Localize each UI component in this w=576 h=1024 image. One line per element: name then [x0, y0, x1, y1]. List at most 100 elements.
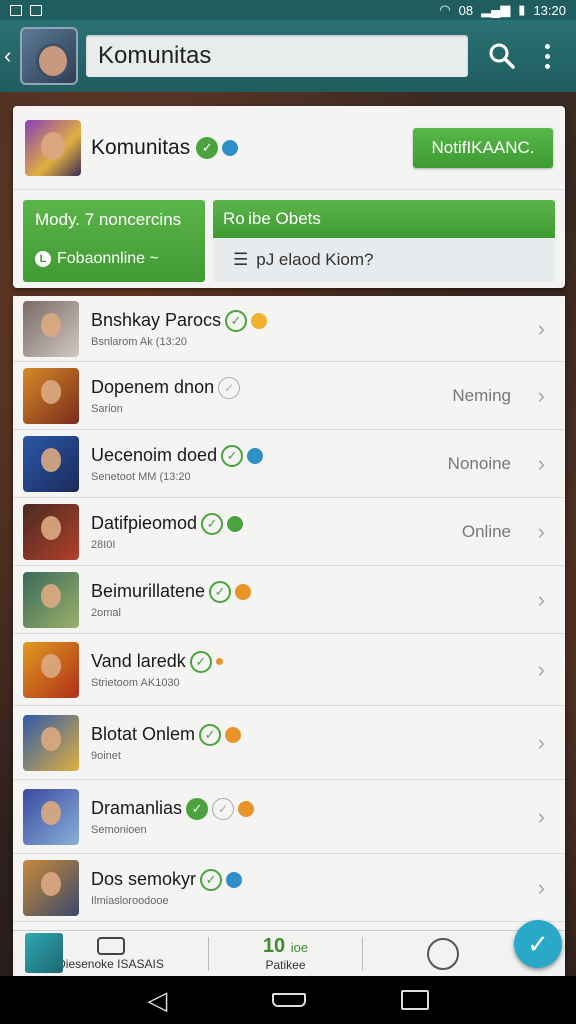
status-dot-icon	[251, 312, 268, 329]
member-name: Beimurillatene	[91, 581, 206, 601]
member-avatar	[23, 714, 79, 771]
member-subtitle: 28I0I	[91, 538, 116, 551]
community-header-card: Komunitas ✓ NotifIKAANC. Mody. 7 noncerc…	[13, 106, 565, 288]
info-dot-icon	[222, 139, 239, 156]
member-name: Uecenoim doed	[91, 445, 218, 465]
member-subtitle: Ilmiasloroodooe	[91, 894, 169, 907]
verified-check-icon: ✓	[200, 868, 223, 891]
check-outline-icon: ✓	[212, 797, 235, 820]
flower-icon	[427, 937, 459, 970]
verified-check-icon: ✓	[221, 444, 244, 467]
verified-check-icon: ✓	[186, 797, 209, 820]
member-name: Datifpieomod	[91, 513, 198, 533]
more-vert-icon	[544, 43, 550, 69]
chevron-right-icon: ›	[537, 518, 545, 544]
member-avatar	[23, 859, 79, 916]
tab-participants[interactable]: 10 ioe Patikee	[208, 935, 363, 972]
search-icon	[489, 43, 515, 69]
post-input[interactable]: pJ elaod Kiom?	[256, 250, 373, 270]
community-icon	[25, 119, 81, 176]
member-row[interactable]: Dos semokyr ✓ Ilmiasloroodooe ›	[13, 854, 565, 922]
verified-check-icon: ✓	[209, 580, 232, 603]
status-dot-icon	[238, 800, 255, 817]
bottom-tab-bar: Diesenoke ISASAIS 10 ioe Patikee	[13, 930, 565, 976]
chevron-right-icon: ›	[537, 656, 545, 682]
member-avatar	[23, 571, 79, 628]
member-avatar	[23, 435, 79, 492]
member-status: Neming	[452, 385, 511, 405]
member-row[interactable]: Uecenoim doed ✓ Senetoot MM (13:20 Nonoine ›	[13, 430, 565, 498]
image-icon	[30, 4, 42, 16]
status-dot-icon	[235, 583, 252, 600]
back-chevron-icon[interactable]: ‹	[4, 43, 18, 69]
community-name: Komunitas	[91, 135, 191, 159]
status-text: 08	[458, 2, 474, 18]
nav-home-icon[interactable]	[271, 993, 306, 1007]
member-row[interactable]: Dopenem dnon ✓ Sarion Neming ›	[13, 362, 565, 430]
nav-back-icon[interactable]: ◁	[147, 987, 177, 1013]
chevron-right-icon: ›	[537, 803, 545, 829]
status-dot-icon	[215, 658, 223, 665]
member-row[interactable]: Bnshkay Parocs ✓ Bsnlarom Ak (13:20 ›	[13, 296, 565, 362]
member-status: Online	[461, 521, 511, 541]
chevron-right-icon: ›	[537, 450, 545, 476]
tab-label: Patikee	[265, 958, 306, 972]
post-header: Ro ibe Obets	[213, 200, 555, 238]
notification-button[interactable]: NotifIKAANC.	[413, 127, 553, 168]
status-bar: ◠ 08 ▂▄▆ ▮ 13:20	[0, 0, 576, 20]
member-status: Nonoine	[447, 453, 511, 473]
search-button[interactable]	[482, 36, 522, 76]
status-dot-icon	[225, 726, 242, 743]
post-composer[interactable]: Ro ibe Obets ☰ pJ elaod Kiom?	[213, 200, 555, 282]
chevron-right-icon: ›	[537, 382, 545, 408]
app-bar: ‹ Komunitas	[0, 20, 576, 92]
verified-check-icon: ✓	[225, 309, 248, 332]
tab-label: Diesenoke ISASAIS	[57, 956, 164, 971]
member-list: Bnshkay Parocs ✓ Bsnlarom Ak (13:20 › Dopene…	[13, 296, 565, 976]
member-subtitle: 9oinet	[91, 749, 121, 762]
member-name: Vand laredk	[91, 651, 186, 671]
member-name: Blotat Onlem	[91, 724, 196, 744]
member-row[interactable]: Beimurillatene ✓ 2omal ›	[13, 566, 565, 634]
member-avatar	[23, 641, 79, 698]
tab-discussions[interactable]: Diesenoke ISASAIS	[13, 931, 208, 977]
status-dot-icon	[226, 871, 243, 888]
member-avatar	[23, 788, 79, 845]
verified-check-icon: ✓	[189, 650, 212, 673]
edit-icon: ☰	[233, 250, 249, 269]
member-subtitle: Bsnlarom Ak (13:20	[91, 335, 187, 348]
member-row[interactable]: Datifpieomod ✓ 28I0I Online ›	[13, 498, 565, 566]
member-subtitle: Semonioen	[91, 823, 147, 836]
member-row[interactable]: Blotat Onlem ✓ 9oinet ›	[13, 706, 565, 780]
chevron-right-icon: ›	[537, 874, 545, 900]
clock-icon: L	[35, 251, 51, 267]
verified-check-icon: ✓	[218, 376, 241, 399]
member-row[interactable]: Vand laredk ✓ Strietoom AK1030 ›	[13, 634, 565, 706]
more-options-button[interactable]	[532, 36, 562, 76]
member-subtitle: Strietoom AK1030	[91, 676, 180, 689]
tab-more[interactable]	[363, 931, 523, 977]
community-avatar[interactable]	[20, 27, 78, 85]
member-subtitle: Senetoot MM (13:20	[91, 470, 191, 483]
confirm-fab-button[interactable]: ✓	[514, 920, 562, 968]
members-stat-box[interactable]: Mody. 7 noncercins L Fobaonnline ~	[23, 200, 205, 282]
image-icon	[10, 4, 22, 16]
status-dot-icon	[227, 515, 244, 532]
member-name: Dramanlias	[91, 798, 183, 818]
nav-recents-icon[interactable]	[400, 990, 429, 1010]
signal-icon: ▂▄▆	[481, 2, 511, 17]
member-name: Bnshkay Parocs	[91, 310, 222, 330]
verified-check-icon: ✓	[196, 136, 219, 159]
chat-icon	[96, 936, 125, 955]
members-count: Mody. 7 noncercins	[35, 210, 182, 229]
verified-check-icon: ✓	[199, 723, 222, 746]
member-row[interactable]: Dramanlias ✓ ✓ Semonioen ›	[13, 780, 565, 854]
check-icon: ✓	[527, 928, 549, 959]
chevron-right-icon: ›	[537, 586, 545, 612]
participant-count: 10 ioe	[262, 935, 309, 957]
system-nav-bar: ◁	[0, 976, 576, 1024]
member-avatar	[23, 300, 79, 357]
member-subtitle: Sarion	[91, 402, 123, 415]
member-avatar	[23, 503, 79, 560]
clock: 13:20	[533, 2, 566, 18]
